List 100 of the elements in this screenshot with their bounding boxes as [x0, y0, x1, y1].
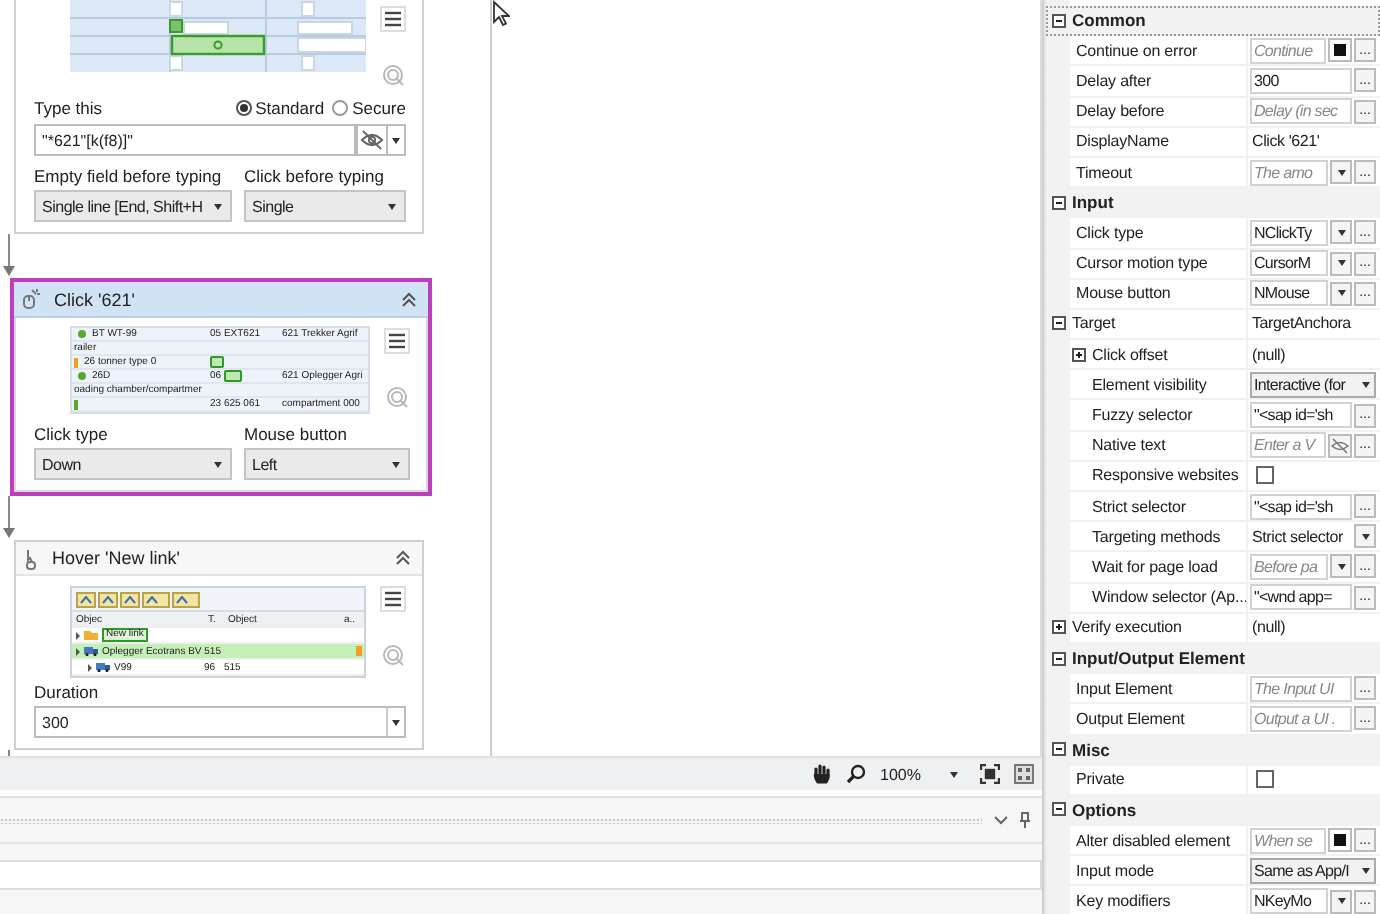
property-label: Delay after: [1076, 71, 1152, 90]
activity-card[interactable]: Type this Standard Secure "*621"[k(f8)]" Empty field before typing Click before typing Single line [End, Shift+H Single: [14, 0, 424, 234]
dropdown[interactable]: Down: [34, 448, 232, 480]
property-label: Key modifiers: [1076, 892, 1171, 911]
category-header: Input/Output Element: [1072, 648, 1245, 669]
property-label: Fuzzy selector: [1092, 406, 1193, 425]
input-field[interactable]: NClickTy: [1250, 219, 1328, 246]
category-header: Common: [1072, 10, 1146, 31]
radio-option[interactable]: Secure: [332, 98, 406, 118]
checkbox[interactable]: [1256, 770, 1274, 789]
connector-arrow: [0, 234, 18, 278]
visibility-off-icon[interactable]: [356, 124, 388, 156]
dropdown-button[interactable]: [1330, 160, 1352, 185]
radio-button[interactable]: [332, 100, 349, 116]
hand-icon[interactable]: [812, 764, 832, 784]
property-value: (null): [1250, 618, 1288, 637]
dropdown-button[interactable]: [1354, 524, 1376, 549]
input-field[interactable]: NKeyMo: [1250, 888, 1328, 914]
dropdown-button[interactable]: [1330, 281, 1352, 306]
card-title: Click '621': [54, 289, 137, 309]
input-field[interactable]: 300: [1250, 67, 1352, 94]
category-header: Misc: [1072, 739, 1110, 760]
input-field[interactable]: Before pa: [1250, 553, 1328, 580]
collapse-icon[interactable]: [1051, 316, 1065, 331]
property-value: Strict selector: [1250, 527, 1345, 546]
property-label: Responsive websites: [1092, 466, 1239, 485]
dropdown[interactable]: Single line [End, Shift+H: [34, 190, 232, 222]
property-value: Click '621': [1250, 132, 1322, 151]
chevron-down-icon[interactable]: [994, 815, 1008, 825]
anchor-highlight: [210, 356, 224, 368]
property-label: Wait for page load: [1092, 557, 1218, 576]
field-label: Empty field before typing: [34, 166, 224, 186]
target-highlight: [223, 370, 242, 382]
input-field[interactable]: "<sap id='sh: [1250, 493, 1352, 520]
input-field[interactable]: Continue: [1250, 37, 1326, 64]
property-label: Alter disabled element: [1076, 831, 1230, 850]
menu-icon[interactable]: [380, 586, 406, 612]
property-label: Native text: [1092, 436, 1166, 455]
collapse-icon[interactable]: [1051, 651, 1065, 666]
zoom-level[interactable]: 100%: [880, 765, 936, 783]
expand-icon[interactable]: [1051, 620, 1065, 635]
toggle-icon[interactable]: [1328, 38, 1352, 63]
text-input[interactable]: "*621"[k(f8)]": [34, 124, 356, 156]
expand-icon[interactable]: [1072, 347, 1086, 362]
property-value: (null): [1250, 345, 1288, 364]
input-field[interactable]: "<wnd app=: [1250, 584, 1352, 611]
dropdown-button[interactable]: [1330, 554, 1352, 579]
toggle-icon[interactable]: [1328, 828, 1352, 853]
checkbox[interactable]: [1256, 466, 1274, 485]
input-field[interactable]: "<sap id='sh: [1250, 402, 1352, 429]
input-field[interactable]: Delay (in sec: [1250, 98, 1352, 125]
output-field[interactable]: [0, 860, 1042, 890]
input-field[interactable]: The Input UI: [1250, 675, 1352, 702]
visibility-off-icon[interactable]: [1328, 433, 1352, 458]
input-field[interactable]: The amo: [1250, 159, 1328, 186]
combo-box[interactable]: 300: [34, 706, 406, 738]
input-field[interactable]: Output a UI .: [1250, 705, 1352, 732]
property-label: Input mode: [1076, 861, 1155, 880]
input-field[interactable]: CursorM: [1250, 250, 1328, 277]
property-label: Window selector (Ap...: [1092, 588, 1248, 607]
collapse-icon[interactable]: [1051, 802, 1065, 817]
property-label: Verify execution: [1072, 618, 1182, 637]
category-header: Options: [1072, 799, 1137, 820]
pin-icon[interactable]: [1020, 812, 1030, 828]
menu-icon[interactable]: [384, 328, 410, 354]
field-label: Click before typing: [244, 166, 386, 186]
overview-icon[interactable]: [1014, 764, 1034, 784]
dropdown-button[interactable]: [388, 124, 406, 156]
radio-button[interactable]: [235, 100, 252, 116]
property-label: Click type: [1076, 223, 1144, 242]
dropdown-button[interactable]: [1330, 889, 1352, 914]
collapse-icon[interactable]: [1051, 195, 1065, 210]
input-field[interactable]: NMouse: [1250, 280, 1328, 307]
field-label: Click type: [34, 424, 110, 444]
combo-box[interactable]: Interactive (for: [1250, 371, 1376, 398]
dropdown-button[interactable]: [1330, 251, 1352, 276]
dropdown[interactable]: Left: [244, 448, 410, 480]
property-label: Click offset: [1092, 345, 1168, 364]
property-value: TargetAnchora: [1250, 314, 1353, 333]
truck-icon: [84, 646, 98, 656]
input-field[interactable]: Enter a V: [1250, 432, 1326, 459]
input-field[interactable]: When se: [1250, 827, 1326, 854]
collapse-icon[interactable]: [1051, 13, 1065, 28]
property-label: Private: [1076, 770, 1125, 789]
collapse-icon[interactable]: [1051, 742, 1065, 757]
property-label: Element visibility: [1092, 375, 1207, 394]
mouse-cursor-icon: [492, 0, 510, 26]
field-label: Type this: [34, 98, 103, 118]
connector-arrow: [0, 496, 18, 540]
dropdown-button[interactable]: [1330, 220, 1352, 245]
menu-icon[interactable]: [380, 6, 406, 32]
search-icon[interactable]: [846, 764, 866, 784]
combo-box[interactable]: Same as App/I: [1250, 857, 1376, 884]
fit-to-screen-icon[interactable]: [980, 764, 1000, 784]
dropdown[interactable]: Single: [244, 190, 406, 222]
property-label: Mouse button: [1076, 284, 1171, 303]
property-label: Input Element: [1076, 679, 1173, 698]
radio-option[interactable]: Standard: [235, 98, 325, 118]
caret-icon[interactable]: [950, 771, 958, 777]
collapse-icon[interactable]: [394, 550, 412, 566]
